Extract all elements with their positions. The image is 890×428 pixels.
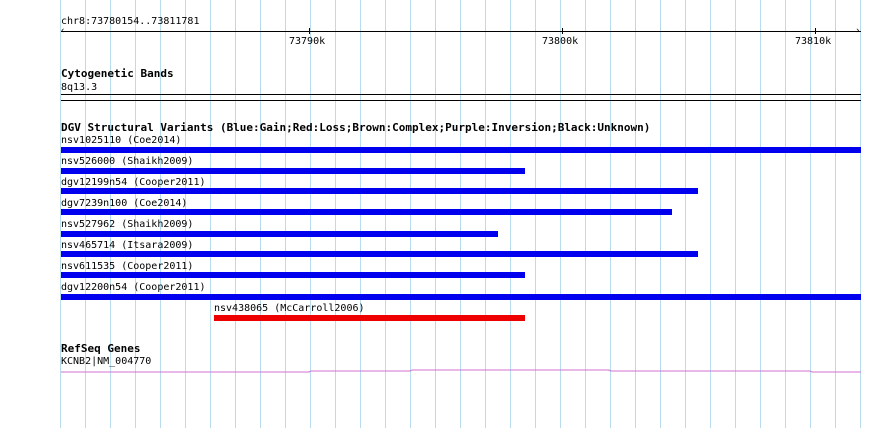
variant-bar-gain[interactable] (61, 209, 672, 215)
variant-label[interactable]: dgv7239n100 (Coe2014) (61, 198, 187, 209)
left-arrow-icon: ‹ (60, 26, 66, 36)
ruler-tick-label: 73810k (795, 36, 832, 47)
variant-label[interactable]: nsv1025110 (Coe2014) (61, 135, 181, 146)
region-label: chr8:73780154..73811781 (61, 16, 200, 27)
cytoband-line-top (61, 94, 861, 95)
variant-bar-gain[interactable] (61, 294, 861, 300)
variant-bar-gain[interactable] (61, 147, 861, 153)
variant-label[interactable]: nsv611535 (Cooper2011) (61, 261, 193, 272)
variant-label[interactable]: nsv526000 (Shaikh2009) (61, 156, 193, 167)
variant-bar-gain[interactable] (61, 272, 525, 278)
cytoband-label: 8q13.3 (61, 82, 98, 93)
ruler-tick (562, 28, 563, 34)
variant-bar-gain[interactable] (61, 168, 525, 174)
cytoband-track-title: Cytogenetic Bands (61, 67, 174, 80)
variant-label[interactable]: dgv12200n54 (Cooper2011) (61, 282, 206, 293)
variant-bar-gain[interactable] (61, 231, 498, 237)
gene-model[interactable] (61, 364, 861, 376)
ruler-tick-label: 73800k (542, 36, 579, 47)
ruler-tick-label: 73790k (289, 36, 326, 47)
variant-bar-gain[interactable] (61, 188, 698, 194)
variant-label[interactable]: nsv527962 (Shaikh2009) (61, 219, 193, 230)
variant-label[interactable]: dgv12199n54 (Cooper2011) (61, 177, 206, 188)
variant-label[interactable]: nsv465714 (Itsara2009) (61, 240, 193, 251)
ruler-tick (815, 28, 816, 34)
variant-bar-gain[interactable] (61, 251, 698, 257)
dgv-track-title: DGV Structural Variants (Blue:Gain;Red:L… (61, 121, 651, 134)
variant-label[interactable]: nsv438065 (McCarroll2006) (214, 303, 365, 314)
ruler-axis (61, 31, 861, 32)
refseq-track-title: RefSeq Genes (61, 342, 141, 355)
variant-bar-loss[interactable] (214, 315, 525, 321)
right-arrow-icon: › (855, 26, 861, 36)
ruler-tick (309, 28, 310, 34)
cytoband-line-bottom (61, 100, 861, 101)
